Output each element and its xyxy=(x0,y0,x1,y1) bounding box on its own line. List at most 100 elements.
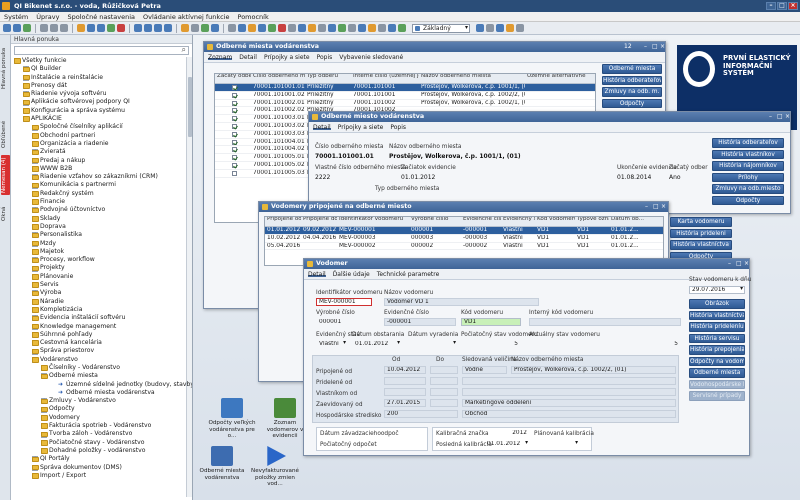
tree-node[interactable]: +Knowledge management xyxy=(11,323,192,331)
column-header[interactable]: Územné alternatívne xyxy=(525,74,595,83)
column-header[interactable]: Názov odberného miesta xyxy=(419,74,525,83)
datum-obstarania-field[interactable]: 01.01.2012 xyxy=(352,340,402,348)
window-icon[interactable] xyxy=(258,24,266,32)
tree-node[interactable]: +Import / Export xyxy=(11,472,192,480)
tree-node[interactable]: -Odberné miesta xyxy=(11,372,192,380)
window-close-icon[interactable]: × xyxy=(661,202,666,212)
chart-icon[interactable] xyxy=(338,24,346,32)
tree-node[interactable]: ➜ Odberné miesta vodárenstva xyxy=(11,389,192,397)
pociatocny-stav-field[interactable]: 5 xyxy=(461,340,521,348)
tree-node[interactable]: +Plánovanie xyxy=(11,273,192,281)
column-header[interactable]: Identifikátor vodomeru xyxy=(337,217,409,226)
column-header[interactable]: Kód vodomeru xyxy=(535,217,575,226)
menu-search-input[interactable] xyxy=(14,45,189,55)
tree-node[interactable]: -Všetky funkcie xyxy=(11,57,192,65)
historia-vlastnictva-button[interactable]: História vlastníctva xyxy=(670,240,732,250)
table-row[interactable]: 70001.101001.02 Príležitný 70001.101001 Pro… xyxy=(215,92,595,100)
tab-nemesan[interactable]: Nemesan (4) xyxy=(1,155,10,195)
vodohospodarske-kody-button[interactable]: Vodohospodárske kódy xyxy=(689,379,745,389)
velicina-field[interactable]: Vodné xyxy=(462,366,507,374)
clock-icon[interactable] xyxy=(368,24,376,32)
tree-node[interactable]: +Aplikácie softvérovej podpory QI xyxy=(11,98,192,106)
tree-node[interactable]: +Procesy, workflow xyxy=(11,256,192,264)
tree-node[interactable]: +Kompletizácia xyxy=(11,306,192,314)
desktop-icon-odberne-miesta[interactable]: Odberné miesta vodárenstva xyxy=(195,446,249,481)
tab-detail[interactable]: Detail xyxy=(313,124,331,131)
karta-vodomeru-button[interactable]: Karta vodomeru xyxy=(670,217,732,227)
paste-icon[interactable] xyxy=(60,24,68,32)
minimize-icon[interactable]: – xyxy=(766,2,776,10)
tab-okna[interactable]: Okná xyxy=(1,203,10,225)
tree-node[interactable]: +QI Builder xyxy=(11,65,192,73)
table-row[interactable]: 70001.101002.01 Príležitný 70001.101002 Pro… xyxy=(215,100,595,108)
column-header[interactable]: Interné číslo (územnej jedn... xyxy=(351,74,419,83)
zoom-icon[interactable] xyxy=(476,24,484,32)
pridelene-od-field[interactable] xyxy=(384,377,426,385)
zacaty-odber-checkbox[interactable] xyxy=(231,85,237,90)
window-minimize-icon[interactable]: – xyxy=(769,112,772,122)
window-close-icon[interactable]: × xyxy=(744,259,749,269)
export-icon[interactable] xyxy=(191,24,199,32)
nazov-odb-miesta-field[interactable]: Prostějov, Wolkerova, č.p. 1002/2, (01) xyxy=(511,366,676,374)
tree-node[interactable]: +Inštalácie a reinštalácie xyxy=(11,74,192,82)
zaevidovany-od-field[interactable]: 27.01.2015 xyxy=(384,399,426,407)
evidencne-cislo-field[interactable]: -000001 xyxy=(384,318,456,326)
historia-odberatelov-button[interactable]: História odberateľov xyxy=(602,75,662,85)
alert-icon[interactable] xyxy=(506,24,514,32)
identifikator-field[interactable]: MEV-000001 xyxy=(316,298,372,306)
column-header[interactable]: Typ odberu xyxy=(305,74,351,83)
tab-vybavenie[interactable]: Vybavenie sledované xyxy=(339,54,403,61)
window-maximize-icon[interactable]: □ xyxy=(653,202,659,212)
table-row[interactable]: 05.04.2016 MEV-000002 000002 -000002 Vlastní… xyxy=(265,243,663,251)
cancel-icon[interactable] xyxy=(278,24,286,32)
tree-node[interactable]: +Redakčný systém xyxy=(11,190,192,198)
tree-node[interactable]: +Predaj a nákup xyxy=(11,157,192,165)
tree-node[interactable]: ➜ Územné sídelné jednotky (budovy, stavby… xyxy=(11,381,192,389)
tree-node[interactable]: +Evidencia inštalácií softvéru xyxy=(11,314,192,322)
calendar-icon[interactable] xyxy=(298,24,306,32)
column-header[interactable]: Evidenčné číslo xyxy=(461,217,501,226)
window-close-icon[interactable]: × xyxy=(660,42,665,52)
tree-node[interactable]: +Projekty xyxy=(11,264,192,272)
historia-servisu-button[interactable]: História servisu xyxy=(689,333,745,343)
pripojene-od-field[interactable]: 10.04.2012 xyxy=(384,366,426,374)
tree-node[interactable]: +Komunikácia s partnermi xyxy=(11,181,192,189)
menu-ovladanie[interactable]: Ovládanie aktívnej funkcie xyxy=(143,12,229,21)
window-close-icon[interactable]: × xyxy=(785,112,790,122)
tree-node[interactable]: +WWW B2B xyxy=(11,165,192,173)
kalibracna-znacka-field[interactable]: 2012 xyxy=(484,429,530,437)
menu-system[interactable]: Systém xyxy=(4,12,28,21)
desktop-icon-nevyfakturovane[interactable]: Nevyfakturované položky zmien vod... xyxy=(248,446,302,488)
tab-dalsie-udaje[interactable]: Ďalšie údaje xyxy=(333,271,370,278)
user-icon[interactable] xyxy=(328,24,336,32)
window-maximize-icon[interactable]: □ xyxy=(777,112,783,122)
tab-pripojky[interactable]: Prípojky a siete xyxy=(264,54,310,61)
zacaty-odber-checkbox[interactable] xyxy=(231,155,237,161)
search-icon[interactable] xyxy=(87,24,95,32)
column-header[interactable]: Evidenčný stav xyxy=(501,217,535,226)
delete-icon[interactable] xyxy=(117,24,125,32)
print-icon[interactable] xyxy=(181,24,189,32)
tree-node[interactable]: +Správa dokumentov (DMS) xyxy=(11,464,192,472)
zaevidovany-do-field[interactable] xyxy=(430,399,458,407)
evidencny-stav-select[interactable]: Vlastní xyxy=(316,340,348,348)
tab-technicke-parametre[interactable]: Technické parametre xyxy=(377,271,440,278)
tree-node[interactable]: +Doprava xyxy=(11,223,192,231)
first-record-icon[interactable] xyxy=(134,24,142,32)
zacaty-odber-checkbox[interactable] xyxy=(231,139,237,145)
tab-detail[interactable]: Detail xyxy=(308,271,326,278)
historia-prideleniu-button[interactable]: História prideleníu xyxy=(689,322,745,332)
nazov-vodomeru-field[interactable]: Vodoměr VD 1 xyxy=(384,298,539,306)
zacaty-odber-checkbox[interactable] xyxy=(231,147,237,153)
add-icon[interactable] xyxy=(107,24,115,32)
posledna-kalibracia-field[interactable]: 01.01.2012 xyxy=(484,440,530,448)
cut-icon[interactable] xyxy=(40,24,48,32)
info-icon[interactable] xyxy=(288,24,296,32)
tree-node[interactable]: +Zmluvy - Vodárenstvo xyxy=(11,397,192,405)
lock-icon[interactable] xyxy=(248,24,256,32)
column-header[interactable]: Začatý odber xyxy=(215,74,251,83)
report-icon[interactable] xyxy=(388,24,396,32)
stav-k-dnu-field[interactable]: 29.07.2016 xyxy=(689,286,745,294)
tree-node[interactable]: +Náradie xyxy=(11,298,192,306)
star-icon[interactable] xyxy=(308,24,316,32)
